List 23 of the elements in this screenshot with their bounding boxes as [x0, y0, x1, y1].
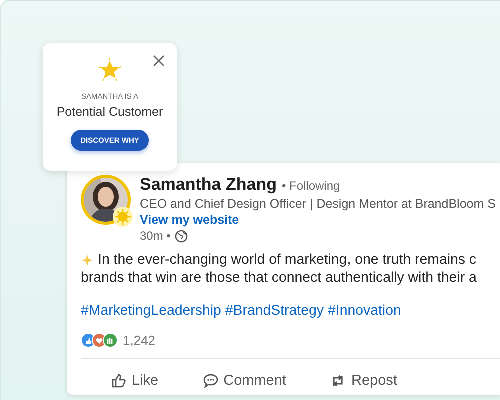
- hashtag-link[interactable]: #BrandStrategy: [225, 303, 324, 319]
- following-label: • Following: [282, 179, 340, 193]
- reaction-count[interactable]: 1,242: [123, 333, 156, 348]
- like-button[interactable]: Like: [111, 373, 159, 389]
- thumbs-up-icon: [111, 373, 127, 389]
- author-headline: CEO and Chief Design Officer | Design Mentor at BrandBloom S: [140, 197, 496, 211]
- hashtag-link[interactable]: #MarketingLeadership: [81, 303, 222, 319]
- star-icon: [97, 58, 123, 84]
- hashtag-link[interactable]: #Innovation: [328, 303, 402, 319]
- comment-button[interactable]: Comment: [202, 373, 286, 389]
- website-link[interactable]: View my website: [140, 213, 496, 227]
- popup-title: Potential Customer: [56, 105, 164, 119]
- author-name[interactable]: Samantha Zhang: [140, 175, 277, 195]
- repost-button[interactable]: Repost: [330, 373, 398, 389]
- post-text: In the ever-changing world of marketing, one truth remains c: [98, 251, 477, 269]
- post-time: 30m •: [140, 229, 171, 243]
- sun-badge-icon: [113, 207, 133, 227]
- post-text: brands that win are those that connect authentically with their a: [81, 269, 477, 287]
- reactions-icon: [81, 333, 119, 348]
- globe-icon: [174, 230, 188, 242]
- close-icon[interactable]: [153, 55, 165, 67]
- speech-bubble-icon: [202, 373, 219, 389]
- sparkle-icon: [81, 254, 94, 266]
